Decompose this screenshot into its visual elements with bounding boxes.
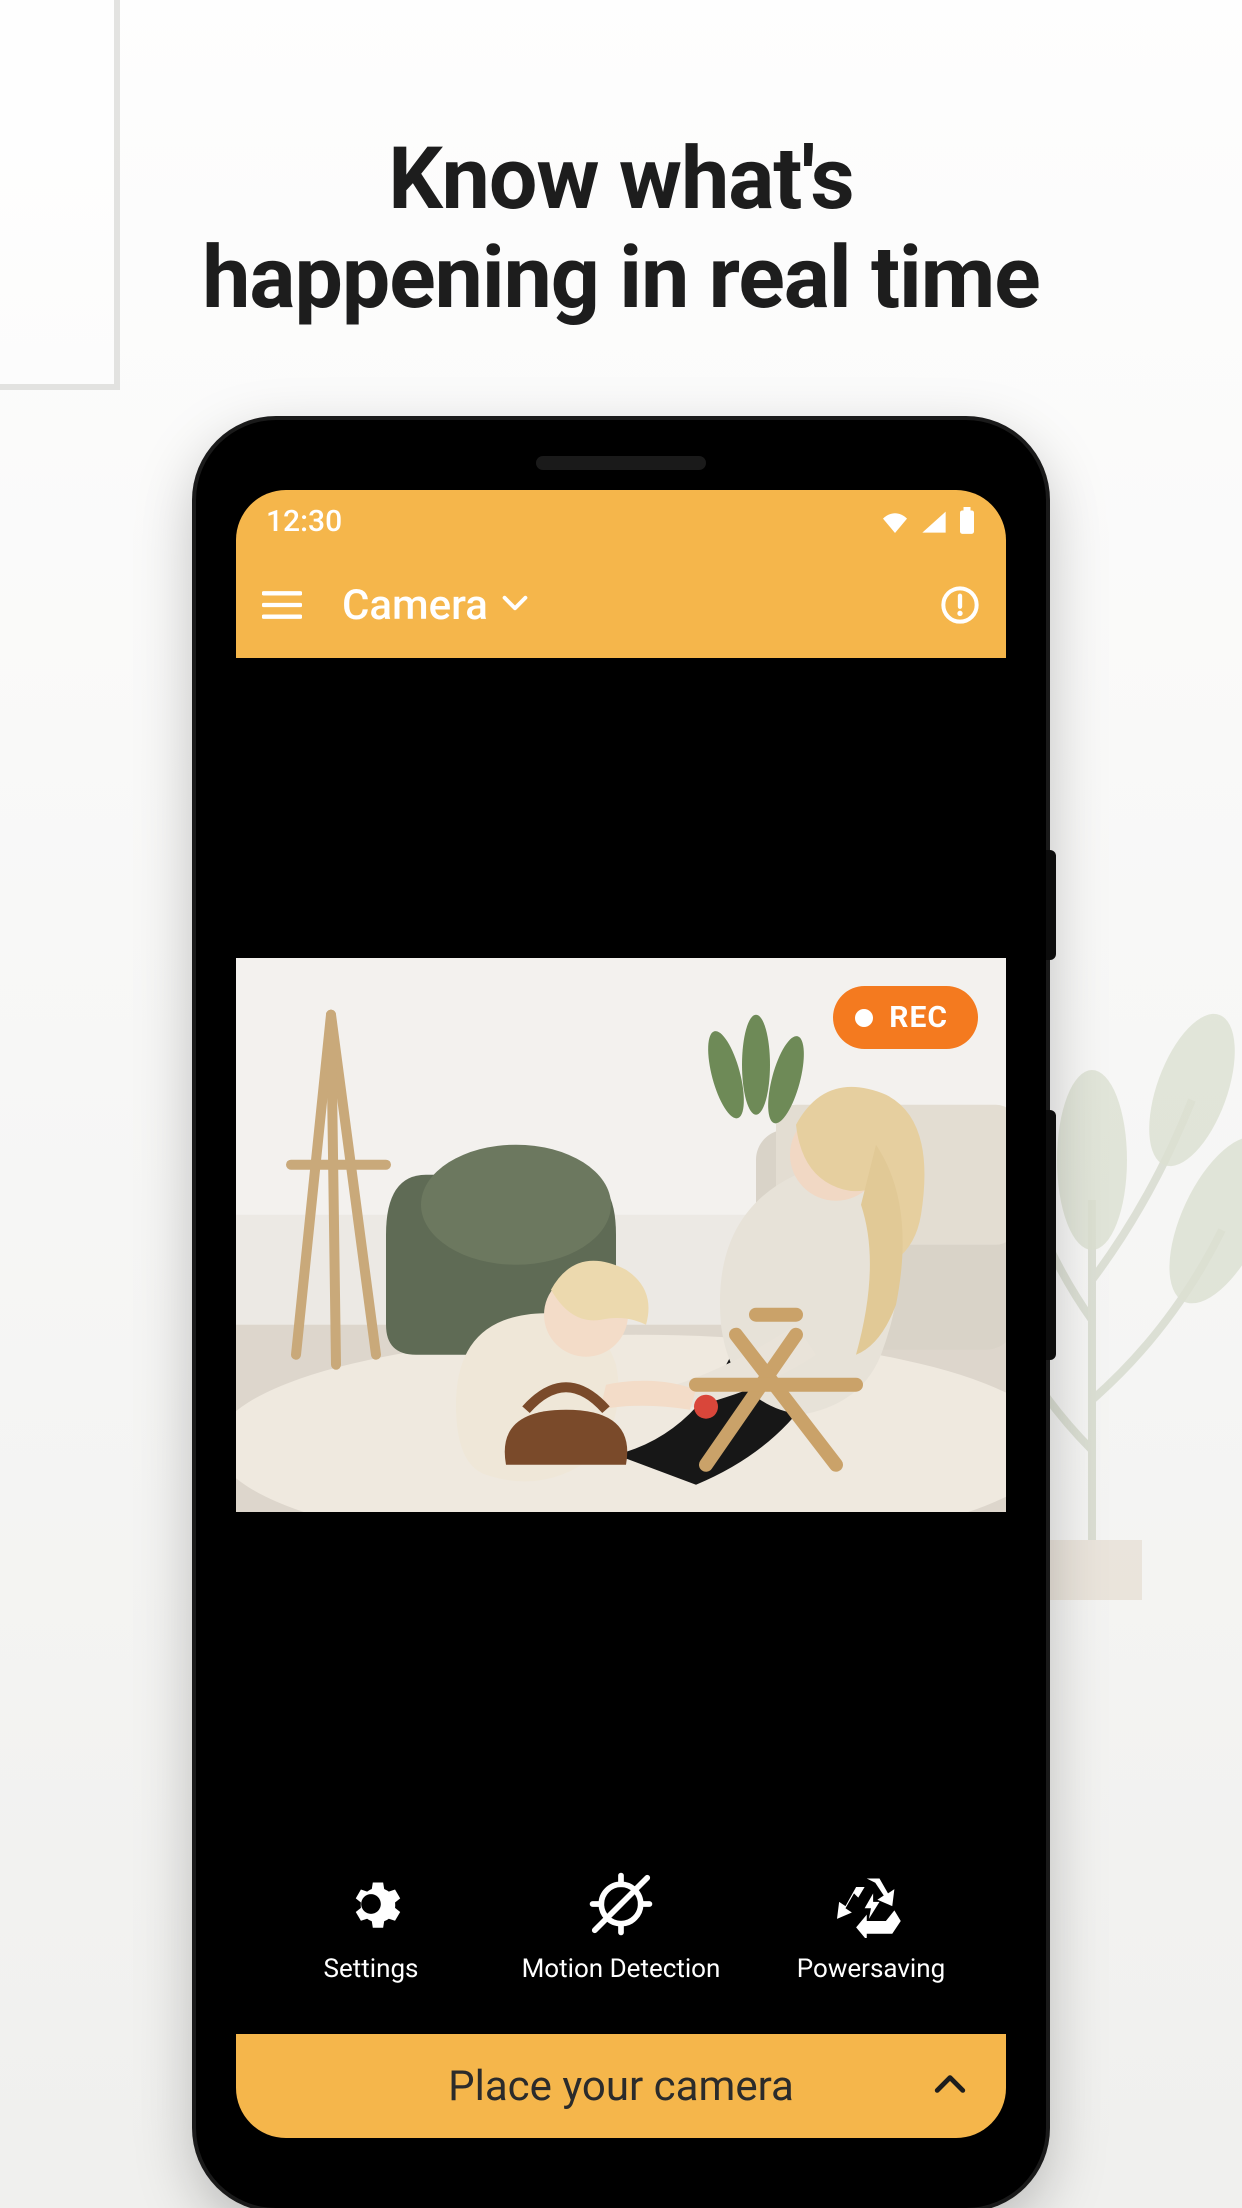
- phone-side-button: [1046, 850, 1056, 960]
- record-dot-icon: [855, 1009, 873, 1027]
- cell-signal-icon: [920, 509, 948, 533]
- powersaving-button[interactable]: Powersaving: [761, 1872, 981, 1984]
- phone-screen: 12:30 Camera: [236, 490, 1006, 2138]
- sheet-label: Place your camera: [448, 2062, 794, 2111]
- wifi-icon: [880, 509, 910, 533]
- recycle-power-icon: [837, 1872, 905, 1936]
- alert-circle-icon[interactable]: [940, 585, 980, 625]
- chevron-down-icon: [502, 594, 528, 616]
- headline-line-1: Know what's: [388, 128, 853, 229]
- action-row: Settings Motion Detec: [236, 1812, 1006, 2034]
- action-label: Powersaving: [797, 1954, 945, 1984]
- video-frame: REC: [236, 958, 1006, 1511]
- phone-mockup: 12:30 Camera: [196, 420, 1046, 2208]
- status-bar: 12:30: [236, 490, 1006, 552]
- hamburger-icon[interactable]: [262, 589, 302, 621]
- app-bar: Camera: [236, 552, 1006, 658]
- motion-off-icon: [586, 1872, 656, 1936]
- motion-detection-button[interactable]: Motion Detection: [511, 1872, 731, 1984]
- place-camera-sheet[interactable]: Place your camera: [236, 2034, 1006, 2138]
- action-label: Motion Detection: [522, 1954, 721, 1984]
- battery-icon: [958, 507, 976, 535]
- headline-line-2: happening in real time: [202, 227, 1040, 328]
- chevron-up-icon: [934, 2074, 966, 2098]
- gear-icon: [340, 1872, 402, 1936]
- app-title: Camera: [342, 581, 488, 630]
- settings-button[interactable]: Settings: [261, 1872, 481, 1984]
- promo-headline: Know what's happening in real time: [0, 130, 1242, 328]
- top-bar: 12:30 Camera: [236, 490, 1006, 658]
- status-time: 12:30: [266, 504, 342, 539]
- action-label: Settings: [324, 1954, 419, 1984]
- phone-side-button: [1046, 1110, 1056, 1360]
- rec-badge: REC: [833, 986, 978, 1049]
- rec-label: REC: [889, 1000, 948, 1035]
- camera-selector[interactable]: Camera: [342, 581, 900, 630]
- video-area[interactable]: REC: [236, 658, 1006, 1812]
